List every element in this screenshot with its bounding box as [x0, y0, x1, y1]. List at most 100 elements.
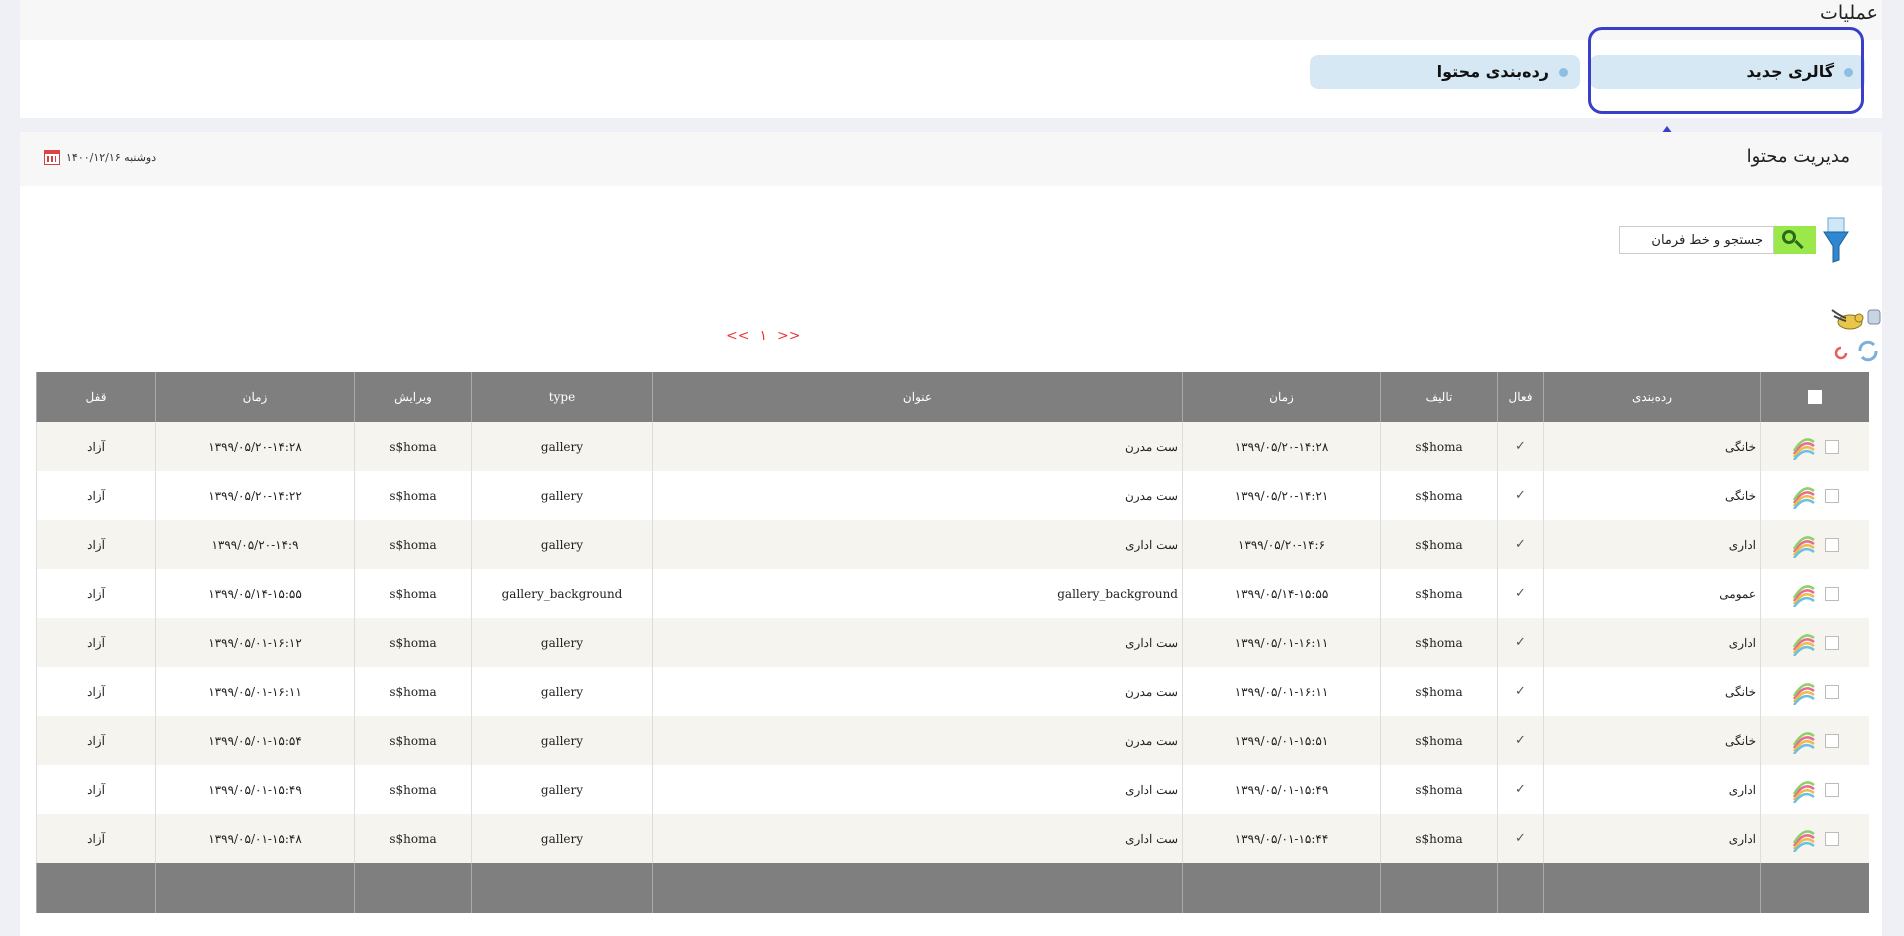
select-all-checkbox[interactable] [1807, 390, 1822, 405]
row-editor: s$homa [354, 814, 472, 863]
row-title[interactable]: ست اداری [652, 618, 1183, 667]
refresh-icon[interactable] [1832, 344, 1850, 362]
row-select-cell [1760, 716, 1869, 765]
gallery-icon[interactable] [1791, 679, 1817, 706]
gallery-icon[interactable] [1791, 728, 1817, 755]
table-row[interactable]: اداری ✓ s$homa ۱۳۹۹/۰۵/۰۱-۱۶:۱۱ ست اداری gall… [36, 618, 1869, 667]
row-lock[interactable]: آزاد [36, 667, 156, 716]
row-editor: s$homa [354, 471, 472, 520]
row-type: gallery [471, 471, 653, 520]
col-edit-time[interactable]: زمان [155, 372, 355, 422]
row-title[interactable]: ست مدرن [652, 471, 1183, 520]
gallery-icon[interactable] [1791, 532, 1817, 559]
row-lock[interactable]: آزاد [36, 618, 156, 667]
row-active-check[interactable]: ✓ [1497, 471, 1544, 520]
row-title[interactable]: ست مدرن [652, 422, 1183, 471]
row-checkbox[interactable] [1824, 782, 1839, 797]
calendar-icon [44, 150, 60, 165]
row-type: gallery [471, 716, 653, 765]
bird-icon[interactable] [1830, 302, 1868, 332]
col-type[interactable]: type [471, 372, 653, 422]
row-category: عمومی [1543, 569, 1761, 618]
col-lock[interactable]: قفل [36, 372, 156, 422]
pager-next[interactable]: >> [777, 328, 800, 344]
row-checkbox[interactable] [1824, 733, 1839, 748]
tab-new-gallery-label: گالری جدید [1746, 62, 1834, 81]
col-title[interactable]: عنوان [652, 372, 1183, 422]
tab-content-categories-label: رده‌بندی محتوا [1436, 62, 1549, 81]
table-row[interactable]: اداری ✓ s$homa ۱۳۹۹/۰۵/۲۰-۱۴:۶ ست اداری galle… [36, 520, 1869, 569]
row-lock[interactable]: آزاد [36, 814, 156, 863]
row-title[interactable]: ست مدرن [652, 667, 1183, 716]
gallery-icon[interactable] [1791, 581, 1817, 608]
row-lock[interactable]: آزاد [36, 520, 156, 569]
row-checkbox[interactable] [1824, 488, 1839, 503]
row-editor: s$homa [354, 422, 472, 471]
row-active-check[interactable]: ✓ [1497, 520, 1544, 569]
search-input[interactable] [1619, 226, 1774, 254]
row-time: ۱۳۹۹/۰۵/۰۱-۱۶:۱۱ [1182, 667, 1381, 716]
row-author: s$homa [1380, 765, 1498, 814]
row-title[interactable]: ست مدرن [652, 716, 1183, 765]
row-lock[interactable]: آزاد [36, 471, 156, 520]
row-select-cell [1760, 422, 1869, 471]
table-row[interactable]: خانگی ✓ s$homa ۱۳۹۹/۰۵/۲۰-۱۴:۲۱ ست مدرن galle… [36, 471, 1869, 520]
pager-current[interactable]: ۱ [759, 328, 767, 344]
row-author: s$homa [1380, 618, 1498, 667]
col-time[interactable]: زمان [1182, 372, 1381, 422]
table-row[interactable]: اداری ✓ s$homa ۱۳۹۹/۰۵/۰۱-۱۵:۴۴ ست اداری gall… [36, 814, 1869, 863]
row-author: s$homa [1380, 667, 1498, 716]
row-title[interactable]: ست اداری [652, 520, 1183, 569]
row-lock[interactable]: آزاد [36, 765, 156, 814]
row-active-check[interactable]: ✓ [1497, 765, 1544, 814]
table-row[interactable]: خانگی ✓ s$homa ۱۳۹۹/۰۵/۰۱-۱۶:۱۱ ست مدرن galle… [36, 667, 1869, 716]
gallery-icon[interactable] [1791, 777, 1817, 804]
row-title[interactable]: ست اداری [652, 765, 1183, 814]
row-checkbox[interactable] [1824, 537, 1839, 552]
row-title[interactable]: ست اداری [652, 814, 1183, 863]
row-active-check[interactable]: ✓ [1497, 716, 1544, 765]
filter-funnel-icon[interactable] [1822, 216, 1850, 264]
date-display: دوشنبه ۱۴۰۰/۱۲/۱۶ [44, 150, 156, 165]
sync-icon[interactable] [1854, 338, 1882, 364]
pager-prev[interactable]: << [726, 328, 749, 344]
settings-icon[interactable] [1866, 306, 1882, 328]
row-checkbox[interactable] [1824, 831, 1839, 846]
row-active-check[interactable]: ✓ [1497, 422, 1544, 471]
col-editor[interactable]: ویرایش [354, 372, 472, 422]
row-active-check[interactable]: ✓ [1497, 569, 1544, 618]
table-header-row: رده‌بندی فعال تالیف زمان عنوان type ویرا… [36, 372, 1869, 422]
row-checkbox[interactable] [1824, 635, 1839, 650]
row-time: ۱۳۹۹/۰۵/۲۰-۱۴:۲۱ [1182, 471, 1381, 520]
row-time: ۱۳۹۹/۰۵/۰۱-۱۵:۴۹ [1182, 765, 1381, 814]
gallery-icon[interactable] [1791, 434, 1817, 461]
row-lock[interactable]: آزاد [36, 422, 156, 471]
row-lock[interactable]: آزاد [36, 569, 156, 618]
table-row[interactable]: خانگی ✓ s$homa ۱۳۹۹/۰۵/۲۰-۱۴:۲۸ ست مدرن galle… [36, 422, 1869, 471]
row-lock[interactable]: آزاد [36, 716, 156, 765]
tab-content-categories[interactable]: رده‌بندی محتوا [1310, 55, 1580, 89]
search-button[interactable] [1774, 226, 1816, 254]
col-category[interactable]: رده‌بندی [1543, 372, 1761, 422]
row-active-check[interactable]: ✓ [1497, 667, 1544, 716]
row-active-check[interactable]: ✓ [1497, 618, 1544, 667]
row-active-check[interactable]: ✓ [1497, 814, 1544, 863]
operations-title: عملیات [1819, 2, 1878, 24]
gallery-icon[interactable] [1791, 630, 1817, 657]
table-row[interactable]: عمومی ✓ s$homa ۱۳۹۹/۰۵/۱۴-۱۵:۵۵ gallery_back… [36, 569, 1869, 618]
row-author: s$homa [1380, 471, 1498, 520]
select-all-header[interactable] [1760, 372, 1869, 422]
row-checkbox[interactable] [1824, 684, 1839, 699]
table-row[interactable]: اداری ✓ s$homa ۱۳۹۹/۰۵/۰۱-۱۵:۴۹ ست اداری gall… [36, 765, 1869, 814]
table-row[interactable]: خانگی ✓ s$homa ۱۳۹۹/۰۵/۰۱-۱۵:۵۱ ست مدرن galle… [36, 716, 1869, 765]
row-title[interactable]: gallery_background [652, 569, 1183, 618]
row-checkbox[interactable] [1824, 586, 1839, 601]
tab-new-gallery[interactable]: گالری جدید [1590, 55, 1865, 89]
gallery-icon[interactable] [1791, 826, 1817, 853]
gallery-icon[interactable] [1791, 483, 1817, 510]
row-edit-time: ۱۳۹۹/۰۵/۲۰-۱۴:۲۸ [155, 422, 355, 471]
row-type: gallery [471, 667, 653, 716]
col-author[interactable]: تالیف [1380, 372, 1498, 422]
col-active[interactable]: فعال [1497, 372, 1544, 422]
row-checkbox[interactable] [1824, 439, 1839, 454]
